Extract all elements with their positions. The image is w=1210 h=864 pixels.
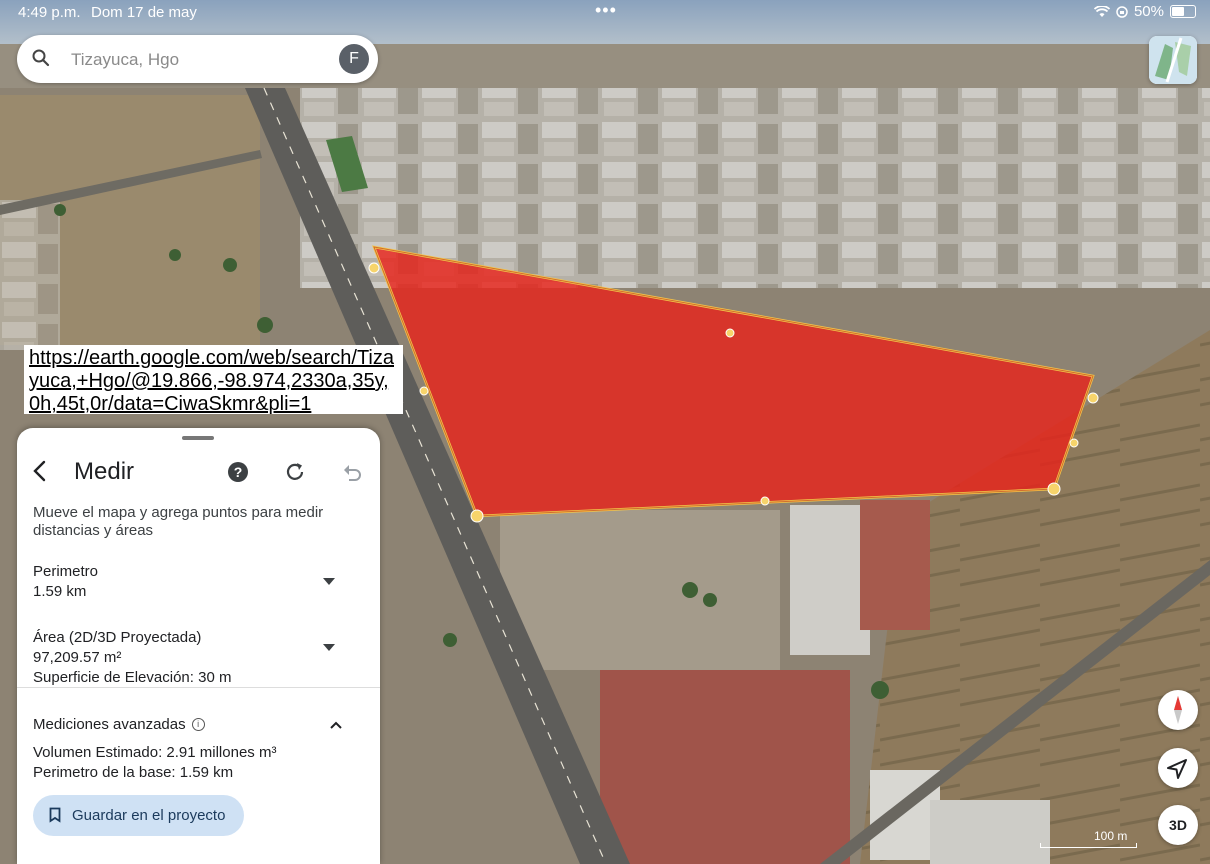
scale-line [1040,843,1137,848]
chevron-up-icon[interactable] [329,720,343,730]
perimeter-value: 1.59 km [33,583,87,600]
scale-label: 100 m [1094,829,1128,843]
info-icon[interactable]: i [191,718,205,731]
estimated-volume: Volumen Estimado: 2.91 millones m³ [33,744,277,761]
multitask-dots[interactable]: ••• [595,0,617,21]
reset-icon[interactable] [284,461,306,483]
toggle-3d-button[interactable]: 3D [1158,805,1198,845]
search-icon[interactable] [31,48,51,68]
wifi-icon [1093,5,1110,17]
measure-hint: Mueve el mapa y agrega puntos para medir… [33,504,324,539]
advanced-measurements-label: Mediciones avanzadas [33,716,186,733]
orientation-lock-icon [1116,5,1128,18]
back-arrow-icon[interactable] [31,460,49,482]
bookmark-icon [49,807,61,823]
location-arrow-icon [1167,759,1187,779]
area-unit-dropdown[interactable] [323,644,335,651]
undo-icon[interactable] [341,461,363,483]
status-time: 4:49 p.m. [18,4,81,21]
advanced-measurements-header[interactable]: Mediciones avanzadas i [33,716,205,733]
my-location-button[interactable] [1158,748,1198,788]
search-bar[interactable]: F [17,35,378,83]
avatar[interactable]: F [339,44,369,74]
map-style-button[interactable] [1149,36,1197,84]
svg-text:?: ? [234,464,243,480]
search-input[interactable] [69,47,313,73]
battery-icon [1170,5,1196,18]
measure-panel: Medir ? Mueve el mapa y agrega puntos pa… [17,428,380,864]
elevation-surface: Superficie de Elevación: 30 m [33,669,232,686]
status-right: 50% [1093,3,1196,20]
area-value: 97,209.57 m² [33,649,122,666]
base-perimeter: Perimetro de la base: 1.59 km [33,764,234,781]
compass-button[interactable] [1158,690,1198,730]
area-label: Área (2D/3D Proyectada) [33,629,202,646]
status-bar: 4:49 p.m. Dom 17 de may ••• 50% [0,0,1210,24]
save-to-project-label: Guardar en el proyecto [72,807,226,824]
status-date: Dom 17 de may [91,4,197,21]
perimeter-label: Perimetro [33,563,99,580]
map-thumbnail-icon [1149,36,1197,84]
divider [17,687,380,688]
drag-handle[interactable] [182,436,214,440]
perimeter-unit-dropdown[interactable] [323,578,335,585]
url-overlay[interactable]: https://earth.google.com/web/search/Tiza… [24,345,403,415]
compass-icon [1174,696,1182,724]
save-to-project-button[interactable]: Guardar en el proyecto [33,795,244,836]
battery-percent: 50% [1133,3,1164,20]
help-icon[interactable]: ? [227,461,249,483]
scale-bar: 100 m [1040,829,1137,849]
panel-title: Medir [74,458,135,485]
